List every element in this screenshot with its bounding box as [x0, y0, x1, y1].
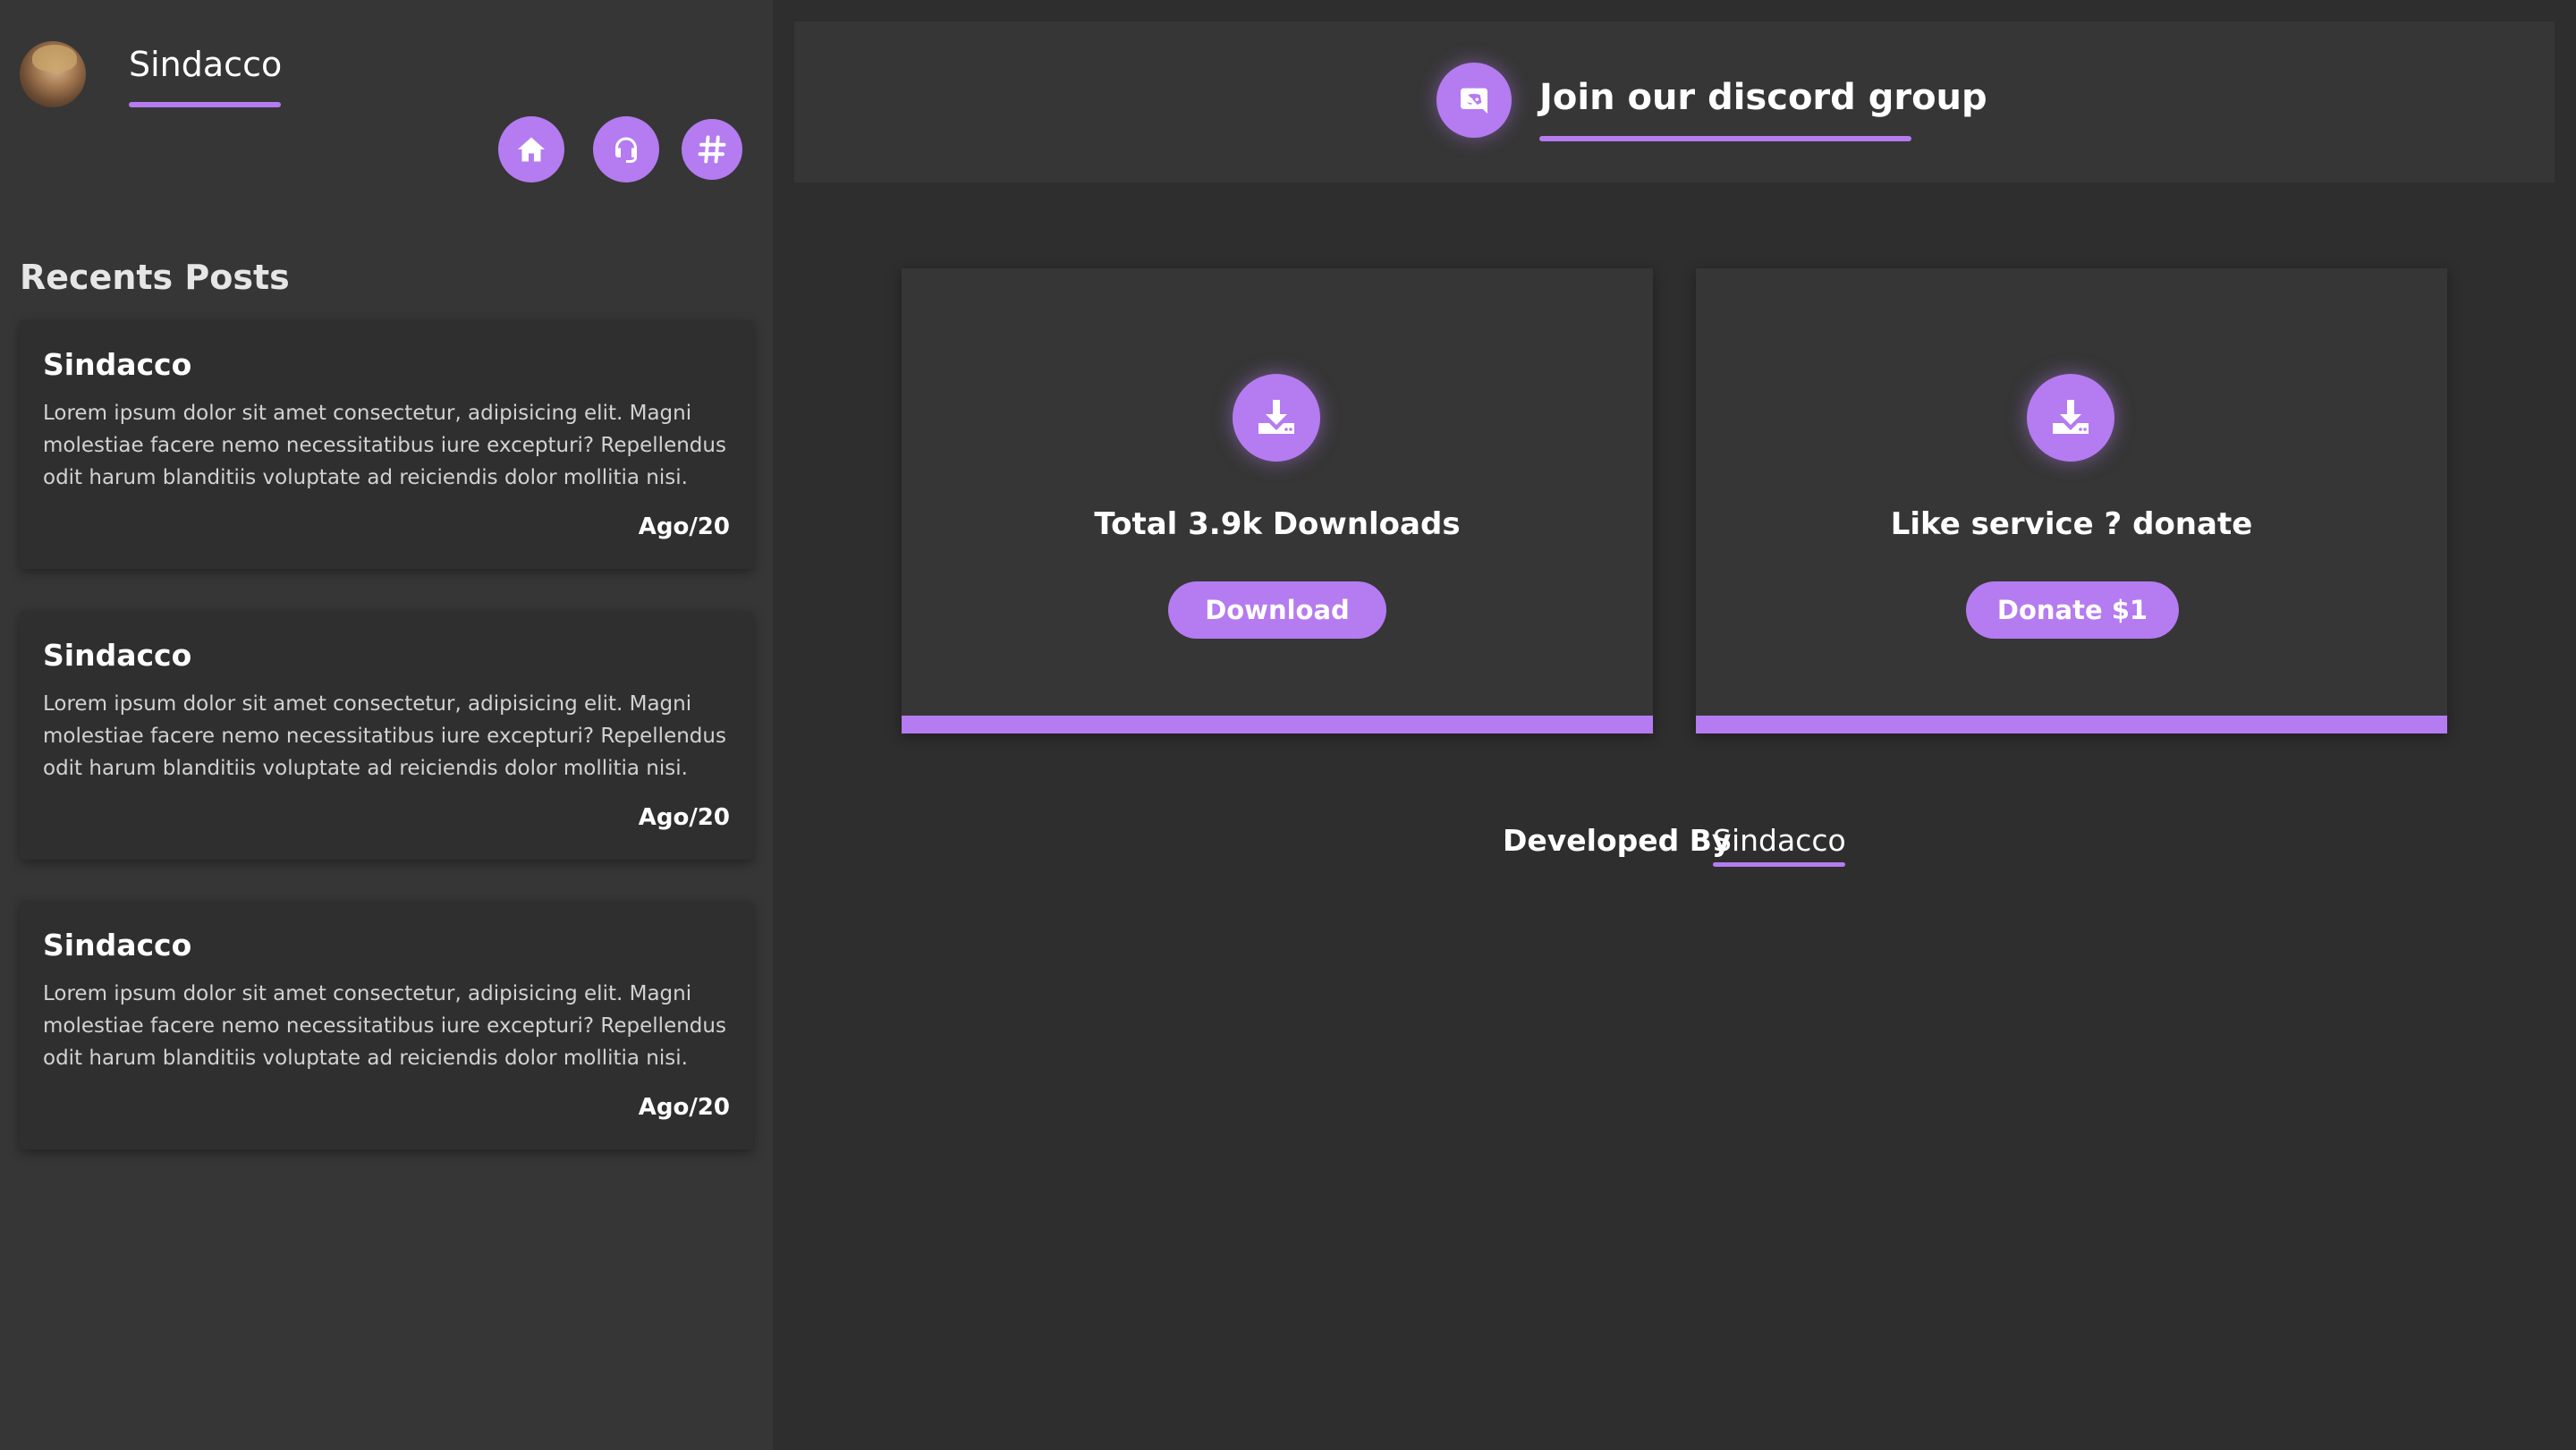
- post-body: Lorem ipsum dolor sit amet consectetur, …: [43, 982, 726, 1070]
- post-body: Lorem ipsum dolor sit amet consectetur, …: [43, 692, 726, 780]
- recents-title: Recents Posts: [20, 258, 290, 297]
- discord-button[interactable]: [1436, 63, 1512, 138]
- developer-underline: [1713, 862, 1845, 867]
- discord-header: Join our discord group: [794, 21, 2555, 182]
- card-icon-badge: [1233, 374, 1320, 462]
- download-icon: [1258, 400, 1294, 434]
- post-author: Sindacco: [43, 347, 192, 382]
- profile-name-underline: [129, 102, 281, 107]
- downloads-card: Total 3.9k Downloads Download: [902, 268, 1653, 733]
- join-discord-link[interactable]: Join our discord group: [1539, 77, 1987, 118]
- avatar[interactable]: [20, 41, 86, 107]
- card-icon-badge: [2027, 374, 2114, 462]
- post-author: Sindacco: [43, 928, 192, 962]
- post-card[interactable]: Sindacco Lorem ipsum dolor sit amet cons…: [20, 611, 753, 860]
- post-date: Ago/20: [638, 513, 730, 540]
- hashtag-button[interactable]: [682, 119, 742, 180]
- post-body: Lorem ipsum dolor sit amet consectetur, …: [43, 402, 726, 489]
- post-card[interactable]: Sindacco Lorem ipsum dolor sit amet cons…: [20, 320, 753, 569]
- donate-card: Like service ? donate Donate $1: [1696, 268, 2447, 733]
- post-author: Sindacco: [43, 638, 192, 673]
- discord-icon: [1461, 88, 1487, 114]
- donate-text: Like service ? donate: [1890, 506, 2253, 542]
- post-date: Ago/20: [638, 804, 730, 831]
- profile-name[interactable]: Sindacco: [129, 45, 282, 84]
- download-button[interactable]: Download: [1168, 581, 1386, 639]
- download-icon: [2053, 400, 2089, 434]
- home-button[interactable]: [498, 116, 564, 182]
- card-accent-bar: [1696, 716, 2447, 733]
- downloads-count: Total 3.9k Downloads: [1094, 506, 1461, 542]
- footer-label: Developed By: [1503, 823, 1732, 858]
- join-title-underline: [1539, 136, 1911, 141]
- hashtag-icon: [698, 135, 726, 164]
- home-icon: [518, 137, 545, 162]
- developer-link[interactable]: Sindacco: [1713, 823, 1846, 858]
- support-button[interactable]: [593, 116, 659, 182]
- headset-icon: [615, 137, 637, 163]
- sidebar: Sindacco Recents Posts Sindacco Lorem ip…: [0, 0, 773, 1450]
- post-date: Ago/20: [638, 1094, 730, 1121]
- card-accent-bar: [902, 716, 1653, 733]
- donate-button[interactable]: Donate $1: [1966, 581, 2179, 639]
- post-card[interactable]: Sindacco Lorem ipsum dolor sit amet cons…: [20, 901, 753, 1149]
